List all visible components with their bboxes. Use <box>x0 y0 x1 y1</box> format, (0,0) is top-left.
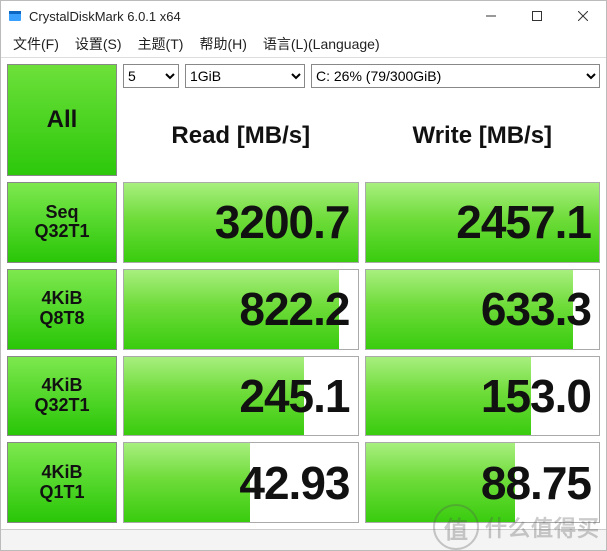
test-label-line2: Q8T8 <box>39 309 84 329</box>
minimize-button[interactable] <box>468 1 514 31</box>
titlebar: CrystalDiskMark 6.0.1 x64 <box>1 1 606 31</box>
column-headers: Read [MB/s] Write [MB/s] <box>123 96 600 176</box>
test-button-seq-q32t1[interactable]: Seq Q32T1 <box>7 182 117 263</box>
run-all-button[interactable]: All <box>7 64 117 176</box>
test-label-line2: Q1T1 <box>39 483 84 503</box>
app-window: CrystalDiskMark 6.0.1 x64 文件(F) 设置(S) 主题… <box>0 0 607 551</box>
tests-grid: Seq Q32T1 3200.7 2457.1 4KiB Q8T8 822.2 <box>7 182 600 523</box>
write-value-seq-q32t1: 2457.1 <box>365 182 601 263</box>
read-header: Read [MB/s] <box>123 122 359 150</box>
menubar: 文件(F) 设置(S) 主题(T) 帮助(H) 语言(L)(Language) <box>1 31 606 58</box>
client-area: All 5 1GiB C: 26% (79/300GiB) Read [MB/s… <box>1 58 606 529</box>
menu-settings[interactable]: 设置(S) <box>71 32 126 56</box>
menu-file[interactable]: 文件(F) <box>9 32 63 56</box>
write-number: 153.0 <box>481 369 591 423</box>
test-label-line1: Seq <box>45 203 78 223</box>
drive-select[interactable]: C: 26% (79/300GiB) <box>311 64 600 88</box>
window-title: CrystalDiskMark 6.0.1 x64 <box>29 9 181 24</box>
read-value-4k-q32t1: 245.1 <box>123 356 359 437</box>
read-number: 42.93 <box>239 456 349 510</box>
close-button[interactable] <box>560 1 606 31</box>
test-label-line1: 4KiB <box>41 289 82 309</box>
menu-help[interactable]: 帮助(H) <box>195 32 250 56</box>
write-value-4k-q1t1: 88.75 <box>365 442 601 523</box>
menu-language[interactable]: 语言(L)(Language) <box>259 32 384 56</box>
test-label-line2: Q32T1 <box>34 396 89 416</box>
test-label-line1: 4KiB <box>41 463 82 483</box>
write-number: 633.3 <box>481 282 591 336</box>
test-button-4k-q1t1[interactable]: 4KiB Q1T1 <box>7 442 117 523</box>
read-bar <box>124 443 250 522</box>
menu-theme[interactable]: 主题(T) <box>134 32 188 56</box>
window-controls <box>468 1 606 31</box>
test-label-line2: Q32T1 <box>34 222 89 242</box>
selects-row: 5 1GiB C: 26% (79/300GiB) <box>123 64 600 88</box>
upper-panel: All 5 1GiB C: 26% (79/300GiB) Read [MB/s… <box>7 64 600 176</box>
read-number: 3200.7 <box>215 195 350 249</box>
read-value-4k-q1t1: 42.93 <box>123 442 359 523</box>
write-number: 2457.1 <box>456 195 591 249</box>
write-value-4k-q32t1: 153.0 <box>365 356 601 437</box>
write-number: 88.75 <box>481 456 591 510</box>
read-value-seq-q32t1: 3200.7 <box>123 182 359 263</box>
read-value-4k-q8t8: 822.2 <box>123 269 359 350</box>
test-button-4k-q8t8[interactable]: 4KiB Q8T8 <box>7 269 117 350</box>
size-select[interactable]: 1GiB <box>185 64 305 88</box>
app-icon <box>7 8 23 24</box>
statusbar <box>1 529 606 550</box>
write-value-4k-q8t8: 633.3 <box>365 269 601 350</box>
write-header: Write [MB/s] <box>365 122 601 150</box>
runs-select[interactable]: 5 <box>123 64 179 88</box>
test-button-4k-q32t1[interactable]: 4KiB Q32T1 <box>7 356 117 437</box>
test-label-line1: 4KiB <box>41 376 82 396</box>
maximize-button[interactable] <box>514 1 560 31</box>
read-number: 245.1 <box>239 369 349 423</box>
read-number: 822.2 <box>239 282 349 336</box>
